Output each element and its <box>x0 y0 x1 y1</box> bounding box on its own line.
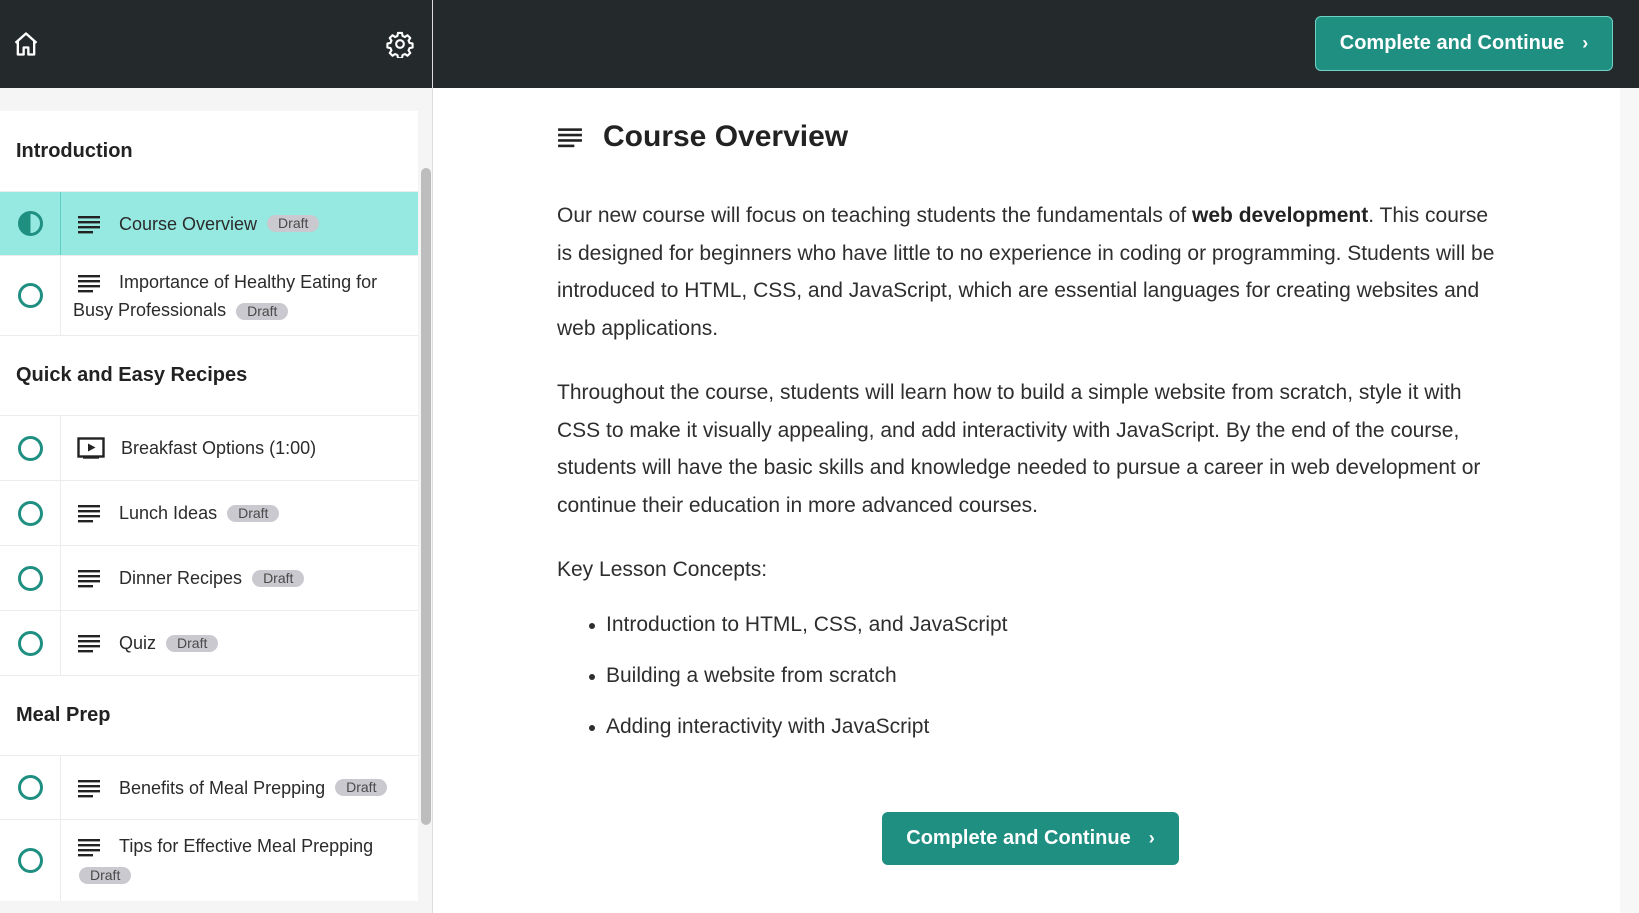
lesson-label: Breakfast Options (1:00) <box>121 438 317 458</box>
lesson-status <box>0 611 61 675</box>
circle-icon <box>17 500 43 526</box>
lesson-status <box>0 192 61 255</box>
button-label: Complete and Continue <box>1339 32 1565 54</box>
draft-badge: Draft <box>79 866 132 884</box>
lesson-label: Importance of Healthy Eating for Busy Pr… <box>73 272 378 320</box>
concepts-list: Introduction to HTML, CSS, and JavaScrip… <box>557 606 1497 745</box>
lesson-item-quiz[interactable]: Quiz Draft <box>0 610 418 675</box>
draft-badge: Draft <box>227 504 280 522</box>
lesson-label: Lunch Ideas <box>119 503 218 523</box>
lesson-list: Introduction Course Overview Draft Impor… <box>0 111 418 901</box>
home-icon[interactable] <box>10 28 42 60</box>
lesson-content: Benefits of Meal Prepping Draft <box>61 756 418 819</box>
paragraph-text: Our new course will focus on teaching st… <box>557 204 1193 227</box>
video-icon <box>77 437 105 459</box>
circle-icon <box>17 630 43 656</box>
text-lines-icon <box>78 275 100 293</box>
draft-badge: Draft <box>236 302 289 320</box>
lesson-status <box>0 256 61 335</box>
bold-text: web development <box>1192 204 1369 227</box>
lesson-article: Our new course will focus on teaching st… <box>557 197 1497 759</box>
lesson-item-tips-meal-prepping[interactable]: Tips for Effective Meal Prepping Draft <box>0 819 418 901</box>
lesson-item-healthy-eating[interactable]: Importance of Healthy Eating for Busy Pr… <box>0 255 418 335</box>
sidebar-scrollbar-thumb[interactable] <box>421 168 431 825</box>
button-label: Complete and Continue <box>906 827 1131 849</box>
complete-and-continue-button-bottom[interactable]: Complete and Continue › <box>882 812 1179 865</box>
lesson-content: Quiz Draft <box>61 611 418 675</box>
list-item: Introduction to HTML, CSS, and JavaScrip… <box>557 606 1497 643</box>
chevron-right-icon: › <box>1582 33 1589 53</box>
draft-badge: Draft <box>166 634 219 652</box>
circle-icon <box>17 848 43 873</box>
paragraph-intro: Our new course will focus on teaching st… <box>557 197 1497 347</box>
lesson-label: Dinner Recipes <box>119 568 243 588</box>
list-item: Adding interactivity with JavaScript <box>557 708 1497 745</box>
lesson-status <box>0 416 61 480</box>
lesson-content: Breakfast Options (1:00) <box>61 416 418 480</box>
lesson-content: Importance of Healthy Eating for Busy Pr… <box>61 256 418 335</box>
section-title: Introduction <box>16 139 133 162</box>
draft-badge: Draft <box>252 569 305 587</box>
course-sidebar: Introduction Course Overview Draft Impor… <box>0 0 433 913</box>
lesson-content: Lunch Ideas Draft <box>61 481 418 545</box>
sidebar-header <box>0 0 432 88</box>
lesson-item-breakfast-options[interactable]: Breakfast Options (1:00) <box>0 415 418 480</box>
lesson-item-course-overview[interactable]: Course Overview Draft <box>0 191 418 255</box>
lesson-label: Benefits of Meal Prepping <box>119 777 326 798</box>
lesson-item-dinner-recipes[interactable]: Dinner Recipes Draft <box>0 545 418 610</box>
page-title-text: Course Overview <box>603 120 849 153</box>
section-title: Meal Prep <box>0 675 418 755</box>
list-item: Building a website from scratch <box>557 657 1497 694</box>
section-title: Quick and Easy Recipes <box>0 335 418 415</box>
text-lines-icon <box>78 215 100 233</box>
lesson-content: Course Overview Draft <box>61 192 418 255</box>
lesson-item-benefits-meal-prepping[interactable]: Benefits of Meal Prepping Draft <box>0 755 418 819</box>
draft-badge: Draft <box>267 215 320 232</box>
lesson-label: Course Overview <box>119 213 258 234</box>
circle-icon <box>17 283 43 308</box>
sidebar-scroll-area: Introduction Course Overview Draft Impor… <box>0 88 432 913</box>
lesson-label: Quiz <box>119 633 157 653</box>
lesson-status <box>0 481 61 545</box>
main-scrollbar-track <box>1620 88 1639 913</box>
chevron-right-icon: › <box>1148 828 1155 848</box>
lesson-item-lunch-ideas[interactable]: Lunch Ideas Draft <box>0 480 418 545</box>
text-lines-icon <box>78 635 100 653</box>
lesson-status <box>0 756 61 819</box>
lesson-status <box>0 546 61 610</box>
lesson-content: Tips for Effective Meal Prepping Draft <box>61 820 418 901</box>
circle-icon <box>17 775 43 800</box>
concepts-heading: Key Lesson Concepts: <box>557 558 768 581</box>
text-lines-icon <box>78 505 100 523</box>
draft-badge: Draft <box>335 779 388 796</box>
page-title: Course Overview <box>557 120 848 154</box>
lesson-content: Dinner Recipes Draft <box>61 546 418 610</box>
circle-icon <box>17 435 43 461</box>
lesson-label: Tips for Effective Meal Prepping <box>119 836 374 856</box>
circle-icon <box>17 565 43 591</box>
text-lines-icon <box>558 128 582 148</box>
half-circle-icon <box>17 211 43 236</box>
lesson-status <box>0 820 61 901</box>
text-lines-icon <box>78 839 100 857</box>
gear-icon[interactable] <box>384 28 416 60</box>
text-lines-icon <box>78 570 100 588</box>
paragraph-details: Throughout the course, students will lea… <box>557 381 1481 517</box>
text-lines-icon <box>78 779 100 797</box>
complete-and-continue-button[interactable]: Complete and Continue › <box>1315 16 1613 71</box>
